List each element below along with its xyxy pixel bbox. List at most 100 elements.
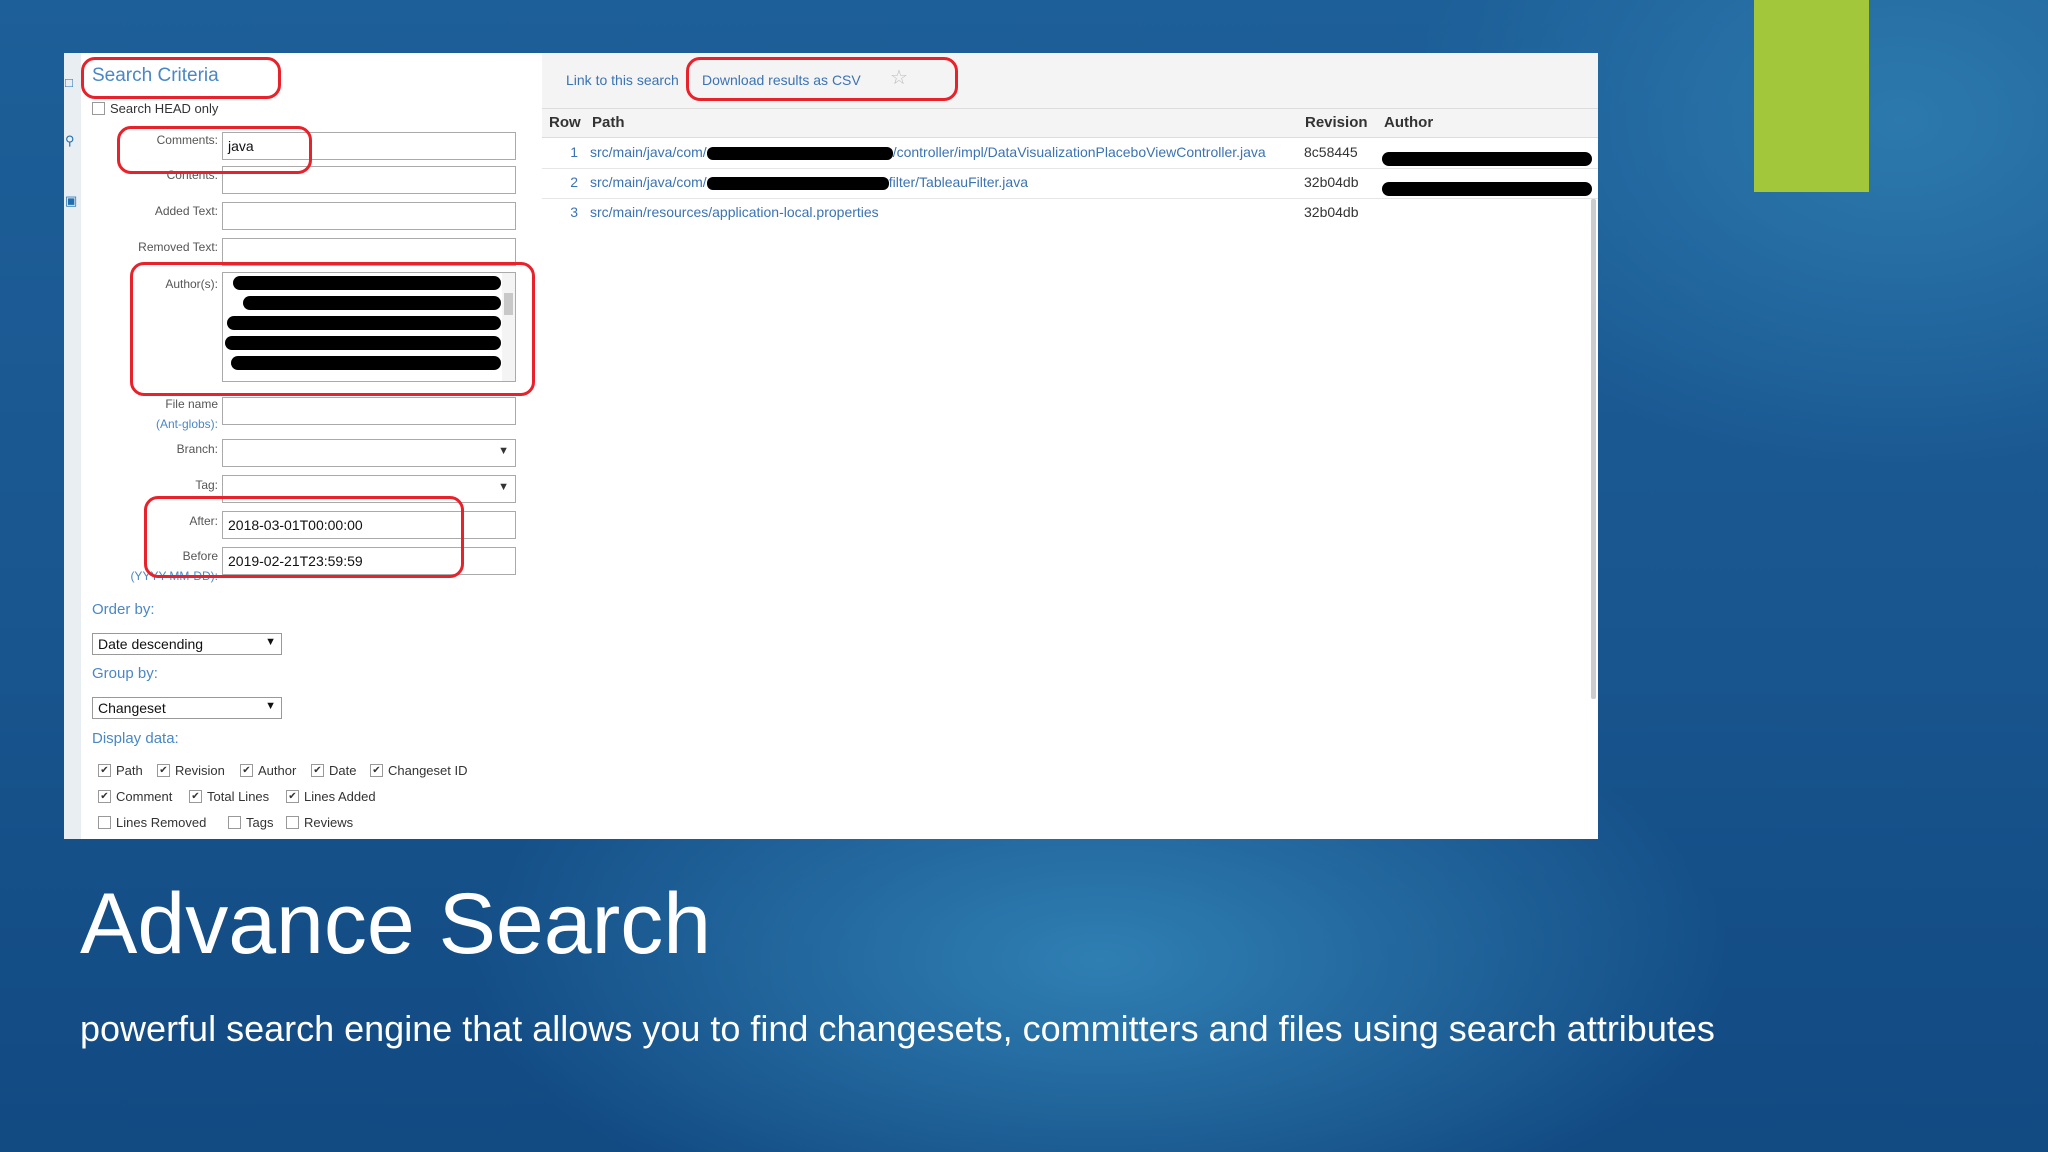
checkbox-box[interactable] bbox=[228, 816, 241, 829]
checkbox-label: Tags bbox=[246, 815, 274, 830]
check-icon[interactable]: ✔ bbox=[286, 790, 299, 803]
column-header-revision[interactable]: Revision bbox=[1305, 114, 1368, 131]
display-path-checkbox[interactable]: ✔ Path bbox=[98, 763, 143, 778]
file-name-field[interactable] bbox=[222, 397, 516, 425]
check-icon[interactable]: ✔ bbox=[370, 764, 383, 777]
annotation-highlight bbox=[117, 126, 312, 174]
check-icon[interactable]: ✔ bbox=[157, 764, 170, 777]
column-header-path[interactable]: Path bbox=[592, 114, 625, 131]
redaction bbox=[1382, 182, 1592, 196]
dropdown-arrow-icon: ▼ bbox=[265, 636, 276, 648]
display-lines-removed-checkbox[interactable]: Lines Removed bbox=[98, 815, 206, 830]
author-cell bbox=[1382, 146, 1592, 166]
users-icon[interactable]: □ bbox=[65, 75, 73, 90]
checkbox-label: Path bbox=[116, 763, 143, 778]
checkbox-label: Search HEAD only bbox=[110, 101, 219, 116]
path-link[interactable]: src/main/java/com/filter/TableauFilter.j… bbox=[590, 174, 1028, 190]
annotation-highlight bbox=[686, 57, 958, 101]
checkbox-label: Changeset ID bbox=[388, 763, 468, 778]
annotation-highlight bbox=[144, 496, 464, 578]
revision-link[interactable]: 32b04db bbox=[1304, 174, 1359, 190]
search-head-only-checkbox[interactable]: Search HEAD only bbox=[92, 101, 218, 116]
path-start: src/main/java/com/ bbox=[590, 144, 707, 160]
results-toolbar: Link to this search Download results as … bbox=[542, 53, 1598, 109]
branch-dropdown[interactable]: ▼ bbox=[222, 439, 516, 467]
row-number: 3 bbox=[570, 204, 578, 220]
check-icon[interactable]: ✔ bbox=[240, 764, 253, 777]
results-scrollbar[interactable] bbox=[1591, 199, 1596, 699]
side-icon-bar: □ ⚲ ▣ bbox=[64, 53, 81, 839]
order-by-select[interactable]: Date descending ▼ bbox=[92, 633, 282, 655]
group-by-select[interactable]: Changeset ▼ bbox=[92, 697, 282, 719]
dropdown-arrow-icon: ▼ bbox=[265, 700, 276, 712]
checkbox-label: Lines Removed bbox=[116, 815, 207, 830]
revision-link[interactable]: 8c58445 bbox=[1304, 144, 1358, 160]
row-number: 2 bbox=[570, 174, 578, 190]
checkbox-label: Comment bbox=[116, 789, 173, 804]
removed-text-label: Removed Text: bbox=[138, 240, 218, 254]
path-start: src/main/java/com/ bbox=[590, 174, 707, 190]
results-table-header: Row Path Revision Author bbox=[542, 109, 1598, 138]
added-text-field[interactable] bbox=[222, 202, 516, 230]
slide-subtitle: powerful search engine that allows you t… bbox=[80, 1008, 1715, 1049]
checkbox-box[interactable] bbox=[98, 816, 111, 829]
display-lines-added-checkbox[interactable]: ✔ Lines Added bbox=[286, 789, 376, 804]
chevron-down-icon: ▼ bbox=[498, 481, 509, 493]
display-changeset-id-checkbox[interactable]: ✔ Changeset ID bbox=[370, 763, 468, 778]
display-tags-checkbox[interactable]: Tags bbox=[228, 815, 273, 830]
search-results-panel: Link to this search Download results as … bbox=[542, 53, 1598, 839]
display-comment-checkbox[interactable]: ✔ Comment bbox=[98, 789, 172, 804]
select-value: Date descending bbox=[98, 636, 204, 652]
path-end: filter/TableauFilter.java bbox=[888, 174, 1028, 190]
display-date-checkbox[interactable]: ✔ Date bbox=[311, 763, 356, 778]
path-end: /controller/impl/DataVisualizationPlaceb… bbox=[892, 144, 1266, 160]
display-revision-checkbox[interactable]: ✔ Revision bbox=[157, 763, 225, 778]
path-link[interactable]: src/main/java/com/ /controller/impl/DataV… bbox=[590, 144, 1266, 160]
checkbox-label: Total Lines bbox=[207, 789, 270, 804]
search-criteria-panel: Search Criteria Search HEAD only Comment… bbox=[81, 53, 566, 839]
display-total-lines-checkbox[interactable]: ✔ Total Lines bbox=[189, 789, 269, 804]
redaction bbox=[1382, 152, 1592, 166]
checkbox-label: Date bbox=[329, 763, 357, 778]
search-icon[interactable]: ⚲ bbox=[65, 133, 75, 149]
display-author-checkbox[interactable]: ✔ Author bbox=[240, 763, 296, 778]
table-row[interactable]: 2 src/main/java/com/filter/TableauFilter… bbox=[542, 168, 1598, 199]
added-text-label: Added Text: bbox=[154, 204, 218, 218]
check-icon[interactable]: ✔ bbox=[189, 790, 202, 803]
check-icon[interactable]: ✔ bbox=[311, 764, 324, 777]
checkbox-label: Reviews bbox=[304, 815, 354, 830]
display-data-label: Display data: bbox=[92, 730, 179, 747]
check-icon[interactable]: ✔ bbox=[98, 790, 111, 803]
check-icon[interactable]: ✔ bbox=[98, 764, 111, 777]
column-header-author[interactable]: Author bbox=[1384, 114, 1433, 131]
redaction bbox=[706, 176, 889, 190]
slide-title: Advance Search bbox=[80, 876, 712, 972]
order-by-label: Order by: bbox=[92, 601, 155, 618]
column-header-row[interactable]: Row bbox=[549, 114, 581, 131]
checkbox-box[interactable] bbox=[286, 816, 299, 829]
path-link[interactable]: src/main/resources/application-local.pro… bbox=[590, 204, 879, 220]
select-value: Changeset bbox=[98, 700, 166, 716]
annotation-highlight bbox=[130, 262, 535, 396]
file-name-label: File name bbox=[165, 397, 218, 411]
redaction bbox=[706, 146, 893, 160]
checkbox-label: Lines Added bbox=[304, 789, 376, 804]
branch-label: Branch: bbox=[176, 442, 218, 456]
row-number: 1 bbox=[570, 144, 578, 160]
ant-globs-link[interactable]: (Ant-globs): bbox=[133, 417, 218, 431]
tag-label: Tag: bbox=[195, 478, 218, 492]
advanced-search-screenshot: □ ⚲ ▣ Search Criteria Search HEAD only C… bbox=[64, 53, 1598, 839]
checkbox-box[interactable] bbox=[92, 102, 105, 115]
group-by-label: Group by: bbox=[92, 665, 158, 682]
table-row[interactable]: 1 src/main/java/com/ /controller/impl/Dat… bbox=[542, 138, 1598, 169]
reports-icon[interactable]: ▣ bbox=[65, 193, 77, 209]
checkbox-label: Revision bbox=[175, 763, 225, 778]
checkbox-label: Author bbox=[258, 763, 297, 778]
table-row[interactable]: 3 src/main/resources/application-local.p… bbox=[542, 198, 1598, 228]
decorative-green-rectangle bbox=[1754, 0, 1869, 192]
annotation-highlight bbox=[81, 57, 281, 99]
chevron-down-icon: ▼ bbox=[498, 445, 509, 457]
revision-link[interactable]: 32b04db bbox=[1304, 204, 1359, 220]
link-to-search[interactable]: Link to this search bbox=[566, 72, 679, 88]
display-reviews-checkbox[interactable]: Reviews bbox=[286, 815, 353, 830]
